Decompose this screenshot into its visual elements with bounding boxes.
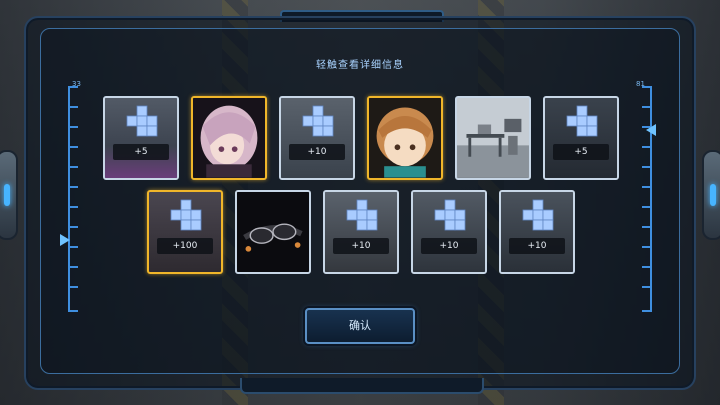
- room-scene-icon: [457, 98, 529, 178]
- reward-quantity: +10: [289, 144, 345, 160]
- cube-icon: [566, 105, 598, 137]
- right-side-knob: [702, 150, 720, 240]
- reward-card-cube[interactable]: +10: [279, 96, 355, 180]
- reward-quantity: +10: [421, 238, 477, 254]
- reward-card-room[interactable]: [455, 96, 531, 180]
- reward-card-cube[interactable]: +10: [323, 190, 399, 274]
- reward-card-cube[interactable]: +5: [543, 96, 619, 180]
- game-scene: 33 81 轻触查看详细信息 +5 +10 +5 +100 +10 +10 +1…: [0, 0, 720, 405]
- reward-quantity: +10: [333, 238, 389, 254]
- confirm-button[interactable]: 确认: [305, 308, 415, 344]
- reward-card-cube[interactable]: +10: [499, 190, 575, 274]
- reward-quantity: +5: [113, 144, 169, 160]
- character-portrait-icon: [369, 98, 441, 178]
- cube-icon: [522, 199, 554, 231]
- cube-icon: [126, 105, 158, 137]
- left-side-knob: [0, 150, 18, 240]
- frame-bottom-notch: [240, 378, 484, 394]
- reward-quantity: +10: [509, 238, 565, 254]
- character-portrait-icon: [193, 98, 265, 178]
- left-ruler: [68, 86, 82, 312]
- cube-icon: [302, 105, 334, 137]
- reward-card-character[interactable]: [367, 96, 443, 180]
- goggles-icon: [237, 192, 309, 272]
- cube-icon: [434, 199, 466, 231]
- hint-title: 轻触查看详细信息: [316, 60, 404, 71]
- cube-icon: [346, 199, 378, 231]
- reward-card-cube[interactable]: +10: [411, 190, 487, 274]
- reward-quantity: +100: [157, 238, 213, 254]
- cube-icon: [170, 199, 202, 231]
- reward-card-cube[interactable]: +100: [147, 190, 223, 274]
- right-pointer-icon: [646, 124, 656, 136]
- reward-card-goggles[interactable]: [235, 190, 311, 274]
- right-ruler: [640, 86, 654, 312]
- reward-quantity: +5: [553, 144, 609, 160]
- reward-card-cube[interactable]: +5: [103, 96, 179, 180]
- left-pointer-icon: [60, 234, 70, 246]
- reward-card-character[interactable]: [191, 96, 267, 180]
